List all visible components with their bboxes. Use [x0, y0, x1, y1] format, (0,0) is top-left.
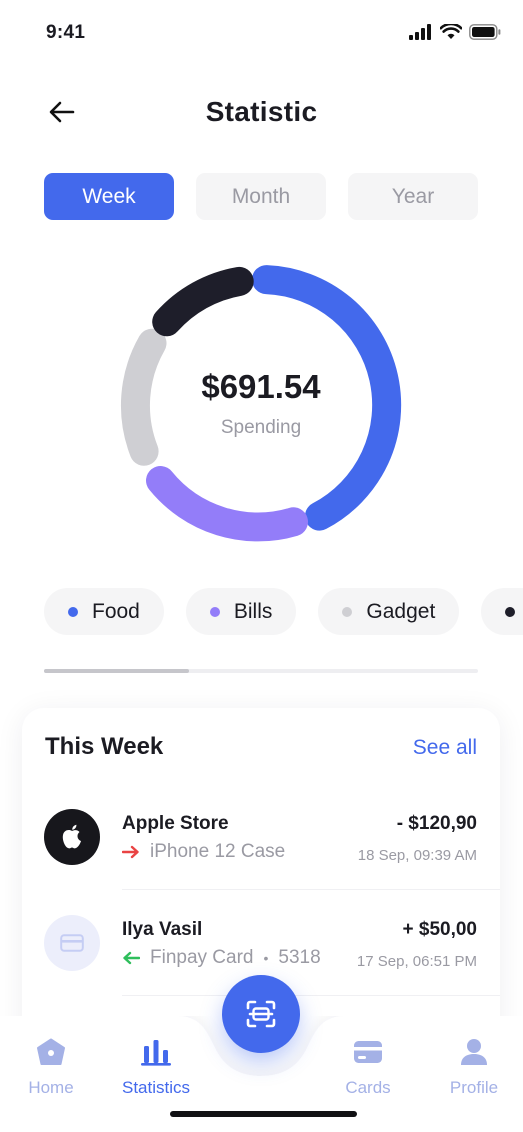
status-bar: 9:41 — [0, 0, 523, 64]
transaction-amount: + $50,00 — [402, 919, 478, 940]
transaction-avatar — [44, 809, 100, 865]
legend-label-food: Food — [92, 599, 140, 623]
legend-scrollbar[interactable] — [44, 669, 478, 673]
transaction-detail: Finpay Card • 5318 — [122, 947, 321, 969]
legend-dot-bills — [209, 606, 220, 617]
page-title: Statistic — [205, 96, 318, 127]
tab-year[interactable]: Year — [348, 173, 478, 220]
donut-segment-bills — [146, 466, 308, 542]
spending-amount: $691.54 — [201, 368, 321, 405]
tab-month[interactable]: Month — [196, 173, 326, 220]
spending-label: Spending — [220, 417, 302, 438]
transaction-date: 17 Sep, 06:51 PM — [356, 953, 477, 970]
user-icon — [461, 1039, 487, 1065]
credit-card-icon — [354, 1041, 382, 1063]
nav-cards[interactable]: Cards — [313, 1038, 423, 1098]
transaction-avatar — [44, 915, 100, 971]
transaction-date: 18 Sep, 09:39 AM — [357, 847, 477, 864]
legend-chip-other[interactable] — [481, 588, 523, 635]
header: Statistic — [0, 86, 523, 138]
scan-button[interactable] — [222, 975, 300, 1053]
nav-statistics[interactable]: Statistics — [101, 1038, 211, 1098]
scan-icon — [246, 1000, 276, 1028]
nav-home[interactable]: Home — [0, 1038, 106, 1098]
arrow-right-red-icon — [122, 845, 139, 859]
signal-icon — [409, 24, 431, 40]
status-icons — [409, 24, 501, 40]
transaction-detail-text: iPhone 12 Case — [150, 841, 286, 862]
nav-profile[interactable]: Profile — [419, 1038, 523, 1098]
legend-scrollbar-thumb[interactable] — [44, 669, 189, 673]
period-tabs: Week Month Year — [44, 173, 478, 220]
row-divider — [122, 889, 500, 890]
home-icon — [37, 1038, 65, 1065]
nav-profile-label: Profile — [449, 1078, 499, 1097]
apple-icon — [62, 824, 81, 849]
bar-chart-icon — [141, 1040, 171, 1066]
this-week-title: This Week — [45, 733, 164, 760]
wifi-icon — [440, 24, 462, 39]
donut-segment-other — [152, 266, 254, 337]
card-icon — [60, 934, 84, 952]
legend-chip-gadget[interactable]: Gadget — [318, 588, 460, 635]
category-legend: Food Bills Gadget — [44, 588, 523, 635]
bullet-separator: • — [263, 950, 269, 966]
transaction-name: Apple Store — [122, 813, 229, 834]
card-number: 5318 — [278, 947, 321, 968]
legend-label-gadget: Gadget — [366, 599, 436, 623]
arrow-left-green-icon — [123, 951, 140, 965]
nav-home-label: Home — [28, 1078, 74, 1097]
tab-week[interactable]: Week — [44, 173, 174, 220]
transaction-name: Ilya Vasil — [122, 919, 203, 940]
nav-cards-label: Cards — [345, 1078, 391, 1097]
legend-dot-other — [505, 606, 516, 617]
legend-chip-food[interactable]: Food — [44, 588, 164, 635]
nav-statistics-label: Statistics — [121, 1078, 191, 1097]
transaction-amount: - $120,90 — [396, 813, 477, 834]
legend-label-bills: Bills — [233, 599, 273, 623]
transaction-row[interactable]: Apple Store iPhone 12 Case - $120,90 18 … — [22, 809, 500, 915]
status-time: 9:41 — [46, 22, 86, 43]
spending-donut: $691.54 Spending — [120, 264, 402, 546]
legend-dot-food — [68, 606, 78, 617]
legend-dot-gadget — [342, 606, 353, 617]
row-divider — [122, 995, 500, 996]
transaction-detail-text: Finpay Card — [150, 947, 254, 968]
transaction-detail: iPhone 12 Case — [122, 841, 285, 863]
home-indicator — [170, 1111, 357, 1117]
battery-icon — [469, 24, 501, 40]
legend-chip-bills[interactable]: Bills — [185, 588, 297, 635]
see-all-link[interactable]: See all — [413, 736, 477, 760]
